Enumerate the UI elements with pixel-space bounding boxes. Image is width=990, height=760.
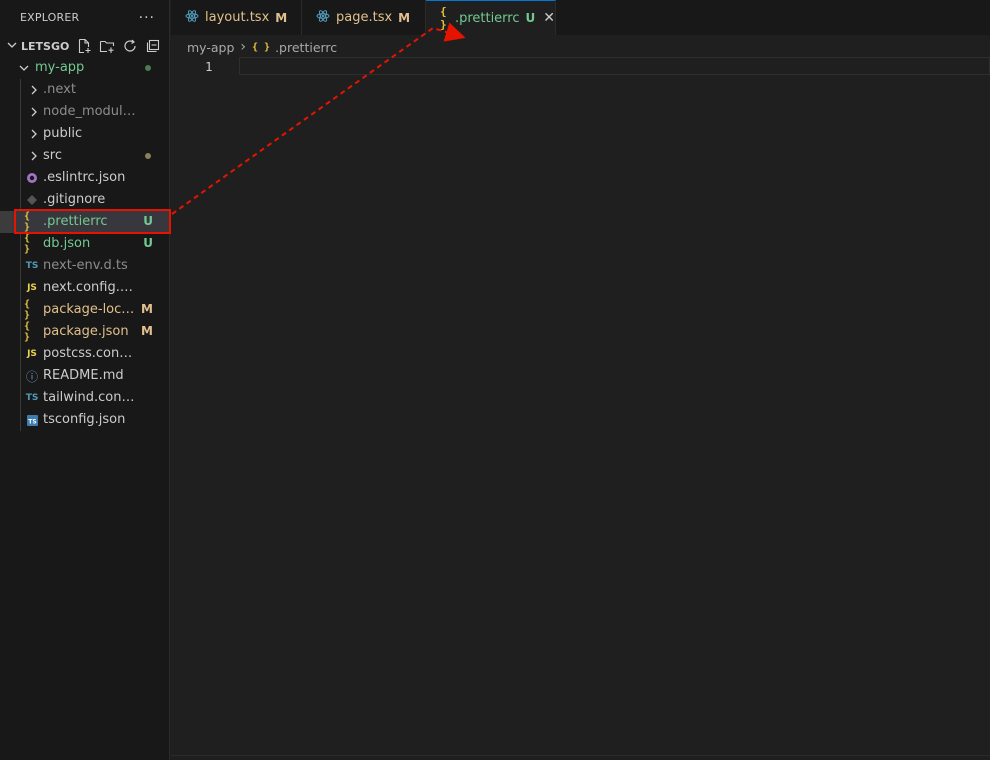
tree-item-label: node_modules <box>43 104 137 119</box>
line-number: 1 <box>205 59 213 74</box>
tree-item-label: next-env.d.ts <box>43 258 128 273</box>
json-braces-icon: { } <box>440 5 447 31</box>
changes-dot <box>145 153 151 159</box>
editor-area[interactable]: 1 <box>171 57 990 754</box>
tree-item-label: README.md <box>43 368 124 383</box>
untracked-badge: U <box>143 214 153 228</box>
json-braces-icon: { } <box>24 233 31 255</box>
new-folder-icon[interactable] <box>99 38 116 54</box>
tree-file-postcss-config-js[interactable]: JS postcss.config.js <box>0 343 169 365</box>
chevron-right-icon <box>28 150 40 166</box>
untracked-badge: U <box>143 236 153 250</box>
tree-item-label: postcss.config.js <box>43 346 137 361</box>
untracked-badge: U <box>525 11 536 25</box>
chevron-right-icon: › <box>240 39 247 55</box>
tab-layout-tsx[interactable]: layout.tsx M <box>171 0 302 35</box>
editor-tabs: layout.tsx M page.tsx M { } .prettierrc … <box>171 0 990 35</box>
git-icon <box>24 192 40 208</box>
tree-item-label: tailwind.config.ts <box>43 390 137 405</box>
tree-file-next-env-d-ts[interactable]: TS next-env.d.ts <box>0 255 169 277</box>
modified-badge: M <box>141 324 153 338</box>
tree-item-label: package-lock.j... <box>43 302 137 317</box>
tree-file-db-json[interactable]: { } db.json U <box>0 233 169 255</box>
panel-divider <box>171 755 990 756</box>
explorer-title: EXPLORER <box>20 11 80 24</box>
tree-file-readme-md[interactable]: ⓘ README.md <box>0 365 169 387</box>
eslint-icon <box>24 170 40 186</box>
tab-label: page.tsx <box>336 10 393 25</box>
tree-file-eslintrc-json[interactable]: .eslintrc.json <box>0 167 169 189</box>
file-tree: my-app .next node_modulespublic src .eslintr… <box>0 57 169 431</box>
js-icon: JS <box>27 283 37 293</box>
explorer-sidebar: EXPLORER ··· LETSGO my-app .next node_modu… <box>0 0 171 760</box>
modified-badge: M <box>141 302 153 316</box>
tree-item-label: .gitignore <box>43 192 106 207</box>
tree-item-label: .next <box>43 82 76 97</box>
tree-item-label: .prettierrc <box>43 214 108 229</box>
ts-icon: TS <box>25 393 39 403</box>
tree-file-gitignore[interactable]: .gitignore <box>0 189 169 211</box>
modified-badge: M <box>398 10 411 25</box>
ts-icon: TS <box>25 261 39 271</box>
workspace-name: LETSGO <box>21 39 70 53</box>
react-icon <box>185 9 199 27</box>
tree-item-label: public <box>43 126 83 141</box>
tree-folder-next[interactable]: .next <box>0 79 169 101</box>
tree-folder-public[interactable]: public <box>0 123 169 145</box>
json-braces-icon: { } <box>252 41 271 53</box>
workspace-actions <box>76 38 162 54</box>
tree-file-next-config-mjs[interactable]: JS next.config.mjs <box>0 277 169 299</box>
more-actions-icon[interactable]: ··· <box>139 10 155 26</box>
breadcrumb-folder[interactable]: my-app <box>187 40 234 55</box>
tree-folder-src[interactable]: src <box>0 145 169 167</box>
explorer-header: EXPLORER ··· <box>0 0 169 35</box>
json-braces-icon: { } <box>24 299 31 321</box>
tree-file-prettierrc[interactable]: { } .prettierrc U <box>0 211 169 233</box>
chevron-down-icon <box>6 39 18 54</box>
chevron-right-icon <box>28 106 40 122</box>
chevron-right-icon <box>28 84 40 100</box>
tree-item-label: next.config.mjs <box>43 280 137 295</box>
tree-item-label: package.json <box>43 324 129 339</box>
tree-item-label: .eslintrc.json <box>43 170 126 185</box>
refresh-icon[interactable] <box>122 38 139 54</box>
json-braces-icon: { } <box>24 211 31 233</box>
tab-label: .prettierrc <box>454 10 520 26</box>
info-icon: ⓘ <box>25 369 38 384</box>
json-braces-icon: { } <box>24 321 31 343</box>
tree-folder-my-app[interactable]: my-app <box>0 57 169 79</box>
tab-label: layout.tsx <box>205 10 270 25</box>
tree-file-tsconfig-json[interactable]: TS tsconfig.json <box>0 409 169 431</box>
js-icon: JS <box>27 349 37 359</box>
tree-folder-node-modules[interactable]: node_modules <box>0 101 169 123</box>
tree-file-package-lock-j[interactable]: { } package-lock.j... M <box>0 299 169 321</box>
breadcrumb: my-app › { } .prettierrc <box>187 37 337 57</box>
new-file-icon[interactable] <box>76 38 93 54</box>
tree-file-package-json[interactable]: { } package.json M <box>0 321 169 343</box>
tree-item-label: my-app <box>35 60 85 75</box>
chevron-right-icon <box>28 128 40 144</box>
close-icon[interactable]: ✕ <box>543 10 555 26</box>
svg-text:TS: TS <box>28 418 36 425</box>
breadcrumb-file[interactable]: .prettierrc <box>275 40 337 55</box>
workspace-row[interactable]: LETSGO <box>0 35 169 57</box>
tsconfig-icon: TS <box>24 412 40 428</box>
tab-prettierrc[interactable]: { } .prettierrc U ✕ <box>426 0 556 35</box>
current-line-highlight <box>239 57 990 75</box>
tree-file-tailwind-config-ts[interactable]: TS tailwind.config.ts <box>0 387 169 409</box>
tree-item-label: tsconfig.json <box>43 412 126 427</box>
changes-dot <box>145 65 151 71</box>
chevron-down-icon <box>18 62 30 78</box>
tree-item-label: db.json <box>43 236 91 251</box>
tab-page-tsx[interactable]: page.tsx M <box>302 0 426 35</box>
collapse-all-icon[interactable] <box>145 38 162 54</box>
tree-item-label: src <box>43 148 62 163</box>
react-icon <box>316 9 330 27</box>
modified-badge: M <box>275 10 288 25</box>
selection-indicator <box>0 211 12 233</box>
